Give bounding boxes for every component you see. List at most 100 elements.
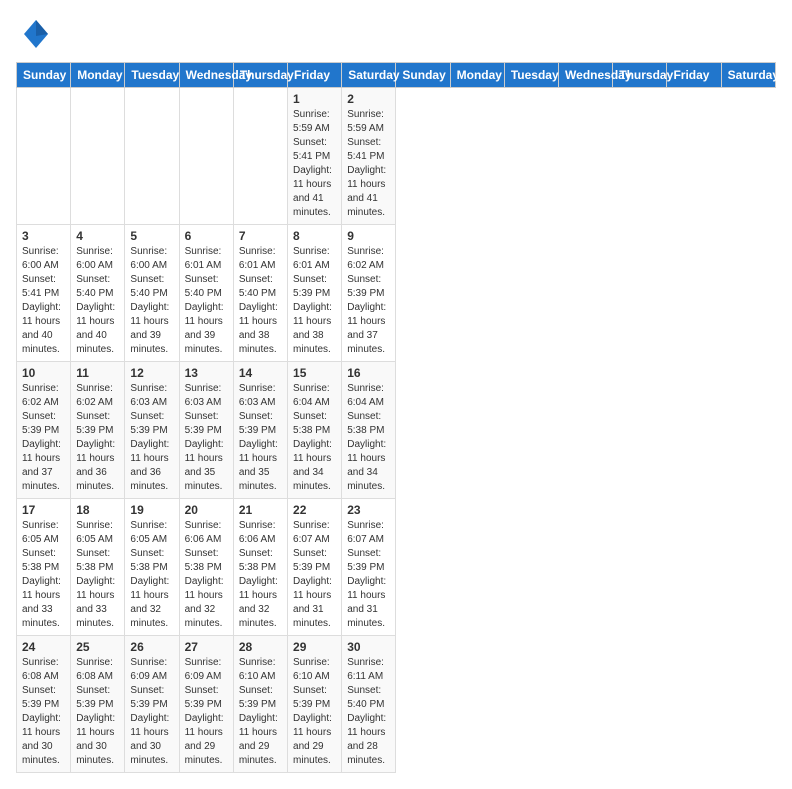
empty-day: [71, 88, 125, 225]
day-number: 19: [130, 503, 173, 517]
day-info: Sunrise: 6:02 AM Sunset: 5:39 PM Dayligh…: [22, 382, 65, 494]
header-saturday: Saturday: [342, 63, 396, 88]
day-number: 9: [347, 229, 390, 243]
calendar-day-1: 1 Sunrise: 5:59 AM Sunset: 5:41 PM Daylig…: [288, 88, 342, 225]
calendar-day-6: 6 Sunrise: 6:01 AM Sunset: 5:40 PM Daylig…: [179, 225, 233, 362]
calendar-day-23: 23Sunrise: 6:07 AM Sunset: 5:39 PM Dayli…: [342, 499, 396, 636]
empty-day: [179, 88, 233, 225]
day-info: Sunrise: 6:08 AM Sunset: 5:39 PM Dayligh…: [22, 656, 65, 768]
calendar-table: SundayMondayTuesdayWednesdayThursdayFrid…: [16, 62, 776, 773]
day-info: Sunrise: 6:00 AM Sunset: 5:40 PM Dayligh…: [76, 245, 119, 357]
calendar-day-5: 5 Sunrise: 6:00 AM Sunset: 5:40 PM Daylig…: [125, 225, 179, 362]
day-info: Sunrise: 6:00 AM Sunset: 5:41 PM Dayligh…: [22, 245, 65, 357]
calendar-day-28: 28 Sunrise: 6:10 AM Sunset: 5:39 PM Dayli…: [233, 636, 287, 773]
header-wednesday: Wednesday: [179, 63, 233, 88]
day-info: Sunrise: 6:05 AM Sunset: 5:38 PM Dayligh…: [22, 519, 65, 631]
header-thursday: Thursday: [233, 63, 287, 88]
calendar-day-16: 16Sunrise: 6:04 AM Sunset: 5:38 PM Dayli…: [342, 362, 396, 499]
calendar-day-20: 20 Sunrise: 6:06 AM Sunset: 5:38 PM Dayli…: [179, 499, 233, 636]
calendar-day-2: 2 Sunrise: 5:59 AM Sunset: 5:41 PM Daylig…: [342, 88, 396, 225]
day-info: Sunrise: 6:06 AM Sunset: 5:38 PM Dayligh…: [239, 519, 282, 631]
day-info: Sunrise: 6:03 AM Sunset: 5:39 PM Dayligh…: [130, 382, 173, 494]
day-number: 21: [239, 503, 282, 517]
calendar-day-9: 9 Sunrise: 6:02 AM Sunset: 5:39 PM Daylig…: [342, 225, 396, 362]
day-info: Sunrise: 6:10 AM Sunset: 5:39 PM Dayligh…: [293, 656, 336, 768]
day-info: Sunrise: 6:01 AM Sunset: 5:40 PM Dayligh…: [239, 245, 282, 357]
day-number: 23: [347, 503, 390, 517]
day-info: Sunrise: 5:59 AM Sunset: 5:41 PM Dayligh…: [293, 108, 336, 220]
logo: [16, 16, 58, 52]
day-info: Sunrise: 6:08 AM Sunset: 5:39 PM Dayligh…: [76, 656, 119, 768]
calendar-day-3: 3 Sunrise: 6:00 AM Sunset: 5:41 PM Daylig…: [17, 225, 71, 362]
day-number: 26: [130, 640, 173, 654]
day-info: Sunrise: 5:59 AM Sunset: 5:41 PM Dayligh…: [347, 108, 390, 220]
calendar-header-row: SundayMondayTuesdayWednesdayThursdayFrid…: [17, 63, 776, 88]
day-number: 11: [76, 366, 119, 380]
calendar-day-18: 18Sunrise: 6:05 AM Sunset: 5:38 PM Dayli…: [71, 499, 125, 636]
calendar-day-12: 12 Sunrise: 6:03 AM Sunset: 5:39 PM Dayli…: [125, 362, 179, 499]
empty-day: [233, 88, 287, 225]
day-number: 22: [293, 503, 336, 517]
day-number: 5: [130, 229, 173, 243]
day-number: 2: [347, 92, 390, 106]
header-friday: Friday: [288, 63, 342, 88]
day-info: Sunrise: 6:01 AM Sunset: 5:40 PM Dayligh…: [185, 245, 228, 357]
day-number: 12: [130, 366, 173, 380]
day-info: Sunrise: 6:00 AM Sunset: 5:40 PM Dayligh…: [130, 245, 173, 357]
day-info: Sunrise: 6:03 AM Sunset: 5:39 PM Dayligh…: [185, 382, 228, 494]
calendar-day-7: 7 Sunrise: 6:01 AM Sunset: 5:40 PM Daylig…: [233, 225, 287, 362]
day-number: 14: [239, 366, 282, 380]
calendar-week-row: 3 Sunrise: 6:00 AM Sunset: 5:41 PM Daylig…: [17, 225, 776, 362]
day-number: 29: [293, 640, 336, 654]
day-number: 8: [293, 229, 336, 243]
day-number: 10: [22, 366, 65, 380]
calendar-day-22: 22 Sunrise: 6:07 AM Sunset: 5:39 PM Dayli…: [288, 499, 342, 636]
day-number: 16: [347, 366, 390, 380]
day-number: 6: [185, 229, 228, 243]
day-number: 20: [185, 503, 228, 517]
day-info: Sunrise: 6:06 AM Sunset: 5:38 PM Dayligh…: [185, 519, 228, 631]
empty-day: [125, 88, 179, 225]
day-number: 17: [22, 503, 65, 517]
calendar-day-30: 30Sunrise: 6:11 AM Sunset: 5:40 PM Dayli…: [342, 636, 396, 773]
calendar-day-24: 24 Sunrise: 6:08 AM Sunset: 5:39 PM Dayli…: [17, 636, 71, 773]
header: [16, 16, 776, 52]
logo-icon: [16, 16, 52, 52]
day-number: 27: [185, 640, 228, 654]
day-info: Sunrise: 6:03 AM Sunset: 5:39 PM Dayligh…: [239, 382, 282, 494]
col-header-saturday: Saturday: [721, 63, 775, 88]
day-info: Sunrise: 6:07 AM Sunset: 5:39 PM Dayligh…: [293, 519, 336, 631]
day-info: Sunrise: 6:10 AM Sunset: 5:39 PM Dayligh…: [239, 656, 282, 768]
calendar-day-10: 10 Sunrise: 6:02 AM Sunset: 5:39 PM Dayli…: [17, 362, 71, 499]
calendar-day-4: 4 Sunrise: 6:00 AM Sunset: 5:40 PM Daylig…: [71, 225, 125, 362]
day-number: 1: [293, 92, 336, 106]
calendar-day-21: 21 Sunrise: 6:06 AM Sunset: 5:38 PM Dayli…: [233, 499, 287, 636]
day-info: Sunrise: 6:01 AM Sunset: 5:39 PM Dayligh…: [293, 245, 336, 357]
day-info: Sunrise: 6:04 AM Sunset: 5:38 PM Dayligh…: [293, 382, 336, 494]
calendar-day-25: 25 Sunrise: 6:08 AM Sunset: 5:39 PM Dayli…: [71, 636, 125, 773]
day-number: 28: [239, 640, 282, 654]
calendar-day-17: 17 Sunrise: 6:05 AM Sunset: 5:38 PM Dayli…: [17, 499, 71, 636]
calendar-day-11: 11 Sunrise: 6:02 AM Sunset: 5:39 PM Dayli…: [71, 362, 125, 499]
col-header-wednesday: Wednesday: [559, 63, 613, 88]
day-info: Sunrise: 6:02 AM Sunset: 5:39 PM Dayligh…: [347, 245, 390, 357]
calendar-week-row: 1 Sunrise: 5:59 AM Sunset: 5:41 PM Daylig…: [17, 88, 776, 225]
calendar-day-14: 14 Sunrise: 6:03 AM Sunset: 5:39 PM Dayli…: [233, 362, 287, 499]
day-info: Sunrise: 6:09 AM Sunset: 5:39 PM Dayligh…: [185, 656, 228, 768]
calendar-day-8: 8 Sunrise: 6:01 AM Sunset: 5:39 PM Daylig…: [288, 225, 342, 362]
day-number: 7: [239, 229, 282, 243]
day-info: Sunrise: 6:02 AM Sunset: 5:39 PM Dayligh…: [76, 382, 119, 494]
day-number: 15: [293, 366, 336, 380]
day-number: 24: [22, 640, 65, 654]
calendar-day-15: 15 Sunrise: 6:04 AM Sunset: 5:38 PM Dayli…: [288, 362, 342, 499]
header-tuesday: Tuesday: [125, 63, 179, 88]
calendar-week-row: 17 Sunrise: 6:05 AM Sunset: 5:38 PM Dayli…: [17, 499, 776, 636]
header-monday: Monday: [71, 63, 125, 88]
day-number: 25: [76, 640, 119, 654]
day-number: 4: [76, 229, 119, 243]
col-header-tuesday: Tuesday: [504, 63, 558, 88]
day-number: 30: [347, 640, 390, 654]
calendar-week-row: 10 Sunrise: 6:02 AM Sunset: 5:39 PM Dayli…: [17, 362, 776, 499]
day-number: 3: [22, 229, 65, 243]
col-header-thursday: Thursday: [613, 63, 667, 88]
